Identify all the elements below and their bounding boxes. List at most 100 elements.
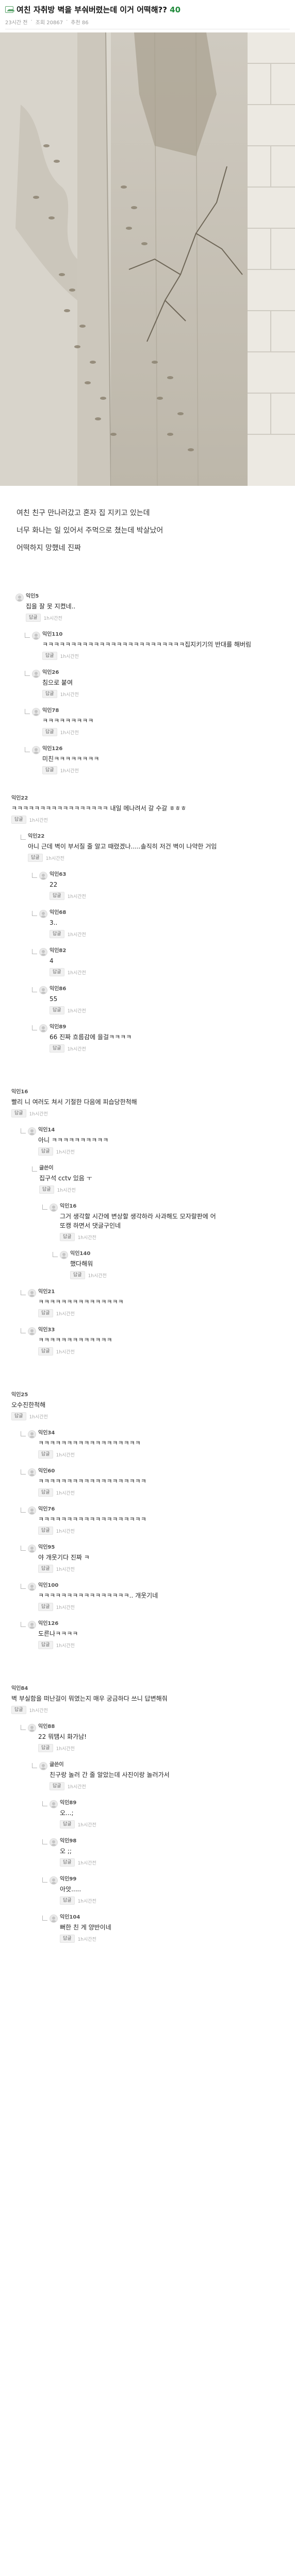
reply-button[interactable]: 답글 xyxy=(50,1006,64,1014)
reply-arrow-icon xyxy=(21,1328,26,1333)
avatar xyxy=(39,948,47,956)
comment-text: 3.. xyxy=(50,919,58,926)
comment-nickname[interactable]: 익인104 xyxy=(60,1914,295,1921)
comment-nickname[interactable]: 익인26 xyxy=(42,669,295,676)
post-title: 여친 자취방 벽을 부숴버렸는데 이거 어떡해?? 40 xyxy=(17,4,181,15)
reply-button[interactable]: 답글 xyxy=(60,1233,75,1241)
reply-button[interactable]: 답글 xyxy=(50,892,64,900)
comment-nickname[interactable]: 익인89 xyxy=(60,1800,295,1806)
comment-time: 1h시간전 xyxy=(67,1784,86,1790)
reply-button[interactable]: 답글 xyxy=(28,854,43,862)
comment-text: 66 진짜 흐름감에 을걸ㅋㅋㅋㅋ xyxy=(50,1033,132,1041)
reply-arrow-icon xyxy=(21,1507,26,1513)
reply-button[interactable]: 답글 xyxy=(11,1109,26,1117)
reply-button[interactable]: 답글 xyxy=(26,614,41,622)
comment: 익인25 오수진한척해 답글 1h시간전 xyxy=(11,1392,295,1420)
comment-nickname[interactable]: 익인60 xyxy=(38,1468,295,1475)
post-views: 조회 20867 xyxy=(35,20,63,26)
comment-reply: 익인95 야 개웃기다 진짜 ㅋ 답글 1h시간전 xyxy=(11,1544,295,1573)
comment-nickname[interactable]: 익인33 xyxy=(38,1327,295,1333)
comment-nickname[interactable]: 익인22 xyxy=(28,833,295,840)
comment-nickname[interactable]: 익인126 xyxy=(38,1620,295,1627)
comment-text: 침으로 붙여 xyxy=(42,679,73,686)
post-photo xyxy=(0,32,295,486)
comment-text: ㅋㅋㅋㅋㅋㅋㅋㅋㅋㅋㅋㅋㅋㅋㅋㅋㅋㅋㅋ xyxy=(38,1516,146,1523)
comment-nickname[interactable]: 익인63 xyxy=(50,871,295,878)
reply-button[interactable]: 답글 xyxy=(60,1935,75,1943)
comment-nickname[interactable]: 익인98 xyxy=(60,1838,295,1844)
reply-arrow-icon xyxy=(21,1622,26,1627)
comment-nickname[interactable]: 익인34 xyxy=(38,1430,295,1436)
reply-button[interactable]: 답글 xyxy=(39,1185,54,1194)
reply-button[interactable]: 답글 xyxy=(50,1782,64,1790)
avatar xyxy=(50,1876,58,1885)
comment-time: 1h시간전 xyxy=(77,1235,96,1241)
comment-nickname[interactable]: 익인84 xyxy=(11,1685,295,1692)
reply-button[interactable]: 답글 xyxy=(38,1744,53,1752)
comment-reply: 익인76 ㅋㅋㅋㅋㅋㅋㅋㅋㅋㅋㅋㅋㅋㅋㅋㅋㅋㅋㅋ 답글 1h시간전 xyxy=(11,1506,295,1535)
reply-button[interactable]: 답글 xyxy=(50,930,64,938)
reply-button[interactable]: 답글 xyxy=(38,1527,53,1535)
reply-button[interactable]: 답글 xyxy=(50,968,64,976)
reply-button[interactable]: 답글 xyxy=(38,1565,53,1573)
avatar xyxy=(28,1468,36,1477)
avatar xyxy=(50,1838,58,1846)
comment-reply: 익인82 4 답글 1h시간전 xyxy=(11,947,295,976)
reply-button[interactable]: 답글 xyxy=(38,1309,53,1317)
comment-nickname[interactable]: 익인78 xyxy=(42,707,295,714)
reply-button[interactable]: 답글 xyxy=(38,1641,53,1649)
comment-nickname[interactable]: 익인110 xyxy=(42,631,295,638)
reply-button[interactable]: 답글 xyxy=(60,1820,75,1828)
comment-nickname[interactable]: 익인22 xyxy=(11,795,295,802)
comment-count[interactable]: 40 xyxy=(170,5,181,14)
reply-button[interactable]: 답글 xyxy=(11,816,26,824)
reply-button[interactable]: 답글 xyxy=(38,1488,53,1497)
reply-button[interactable]: 답글 xyxy=(11,1412,26,1420)
reply-button[interactable]: 답글 xyxy=(38,1450,53,1459)
reply-button[interactable]: 답글 xyxy=(42,766,57,774)
comment-thread: 익인5 집을 잘 못 지켰네.. 답글 1h시간전 익인110 ㅋㅋㅋㅋㅋㅋㅋㅋㅋ… xyxy=(0,593,295,774)
comment-nickname[interactable]: 익인126 xyxy=(42,745,295,752)
comment-nickname[interactable]: 익인21 xyxy=(38,1289,295,1295)
comment-nickname[interactable]: 익인25 xyxy=(11,1392,295,1398)
reply-arrow-icon xyxy=(21,1431,26,1436)
comment-nickname[interactable]: 익인76 xyxy=(38,1506,295,1513)
reply-button[interactable]: 답글 xyxy=(38,1147,53,1156)
post-body-line: 어떡하지 망했네 진짜 xyxy=(17,544,81,552)
comment-text: 집구석 cctv 있음 ㅜ xyxy=(39,1175,92,1182)
reply-button[interactable]: 답글 xyxy=(42,728,57,736)
comment-nickname[interactable]: 익인5 xyxy=(26,593,295,600)
post-title-text: 여친 자취방 벽을 부숴버렸는데 이거 어떡해?? xyxy=(17,5,170,14)
comment-nickname[interactable]: 익인95 xyxy=(38,1544,295,1551)
reply-button[interactable]: 답글 xyxy=(42,690,57,698)
comment-thread: 익인25 오수진한척해 답글 1h시간전 익인34 ㅋㅋㅋㅋㅋㅋㅋㅋㅋㅋㅋㅋㅋㅋㅋ… xyxy=(0,1392,295,1649)
reply-button[interactable]: 답글 xyxy=(50,1044,64,1053)
reply-button[interactable]: 답글 xyxy=(60,1858,75,1867)
comment-nickname[interactable]: 익인99 xyxy=(60,1876,295,1883)
reply-button[interactable]: 답글 xyxy=(42,652,57,660)
reply-button[interactable]: 답글 xyxy=(60,1896,75,1905)
comment-nickname[interactable]: 익인68 xyxy=(50,909,295,916)
comment-nickname[interactable]: 익인89 xyxy=(50,1024,295,1030)
avatar xyxy=(60,1251,68,1259)
comment-nickname[interactable]: 익인14 xyxy=(38,1127,295,1133)
comment-text: ㅋㅋㅋㅋㅋㅋㅋㅋㅋㅋㅋㅋㅋㅋㅋㅋㅋㅋㅋ xyxy=(38,1478,146,1485)
comment-nickname[interactable]: 익인88 xyxy=(38,1723,295,1730)
comment-time: 1h시간전 xyxy=(29,1708,48,1714)
reply-arrow-icon xyxy=(21,1469,26,1475)
comment-nickname[interactable]: 익인16 xyxy=(60,1203,218,1210)
comment-nickname[interactable]: 익인82 xyxy=(50,947,295,954)
comment-nickname[interactable]: 익인16 xyxy=(11,1089,295,1095)
reply-button[interactable]: 답글 xyxy=(38,1603,53,1611)
reply-button[interactable]: 답글 xyxy=(11,1706,26,1714)
avatar xyxy=(39,872,47,880)
comment-reply: 익인100 ㅋㅋㅋㅋㅋㅋㅋㅋㅋㅋㅋㅋㅋㅋㅋㅋ.. 개웃기네 답글 1h시간전 xyxy=(11,1582,295,1611)
reply-button[interactable]: 답글 xyxy=(70,1271,85,1279)
comment-nickname[interactable]: 익인140 xyxy=(70,1250,295,1257)
comment-nickname[interactable]: 익인100 xyxy=(38,1582,295,1589)
reply-button[interactable]: 답글 xyxy=(38,1347,53,1355)
avatar xyxy=(28,1621,36,1629)
comment-nickname[interactable]: 글쓴이 xyxy=(39,1165,295,1172)
comment-nickname[interactable]: 글쓴이 xyxy=(50,1761,295,1768)
comment-nickname[interactable]: 익인86 xyxy=(50,986,295,992)
